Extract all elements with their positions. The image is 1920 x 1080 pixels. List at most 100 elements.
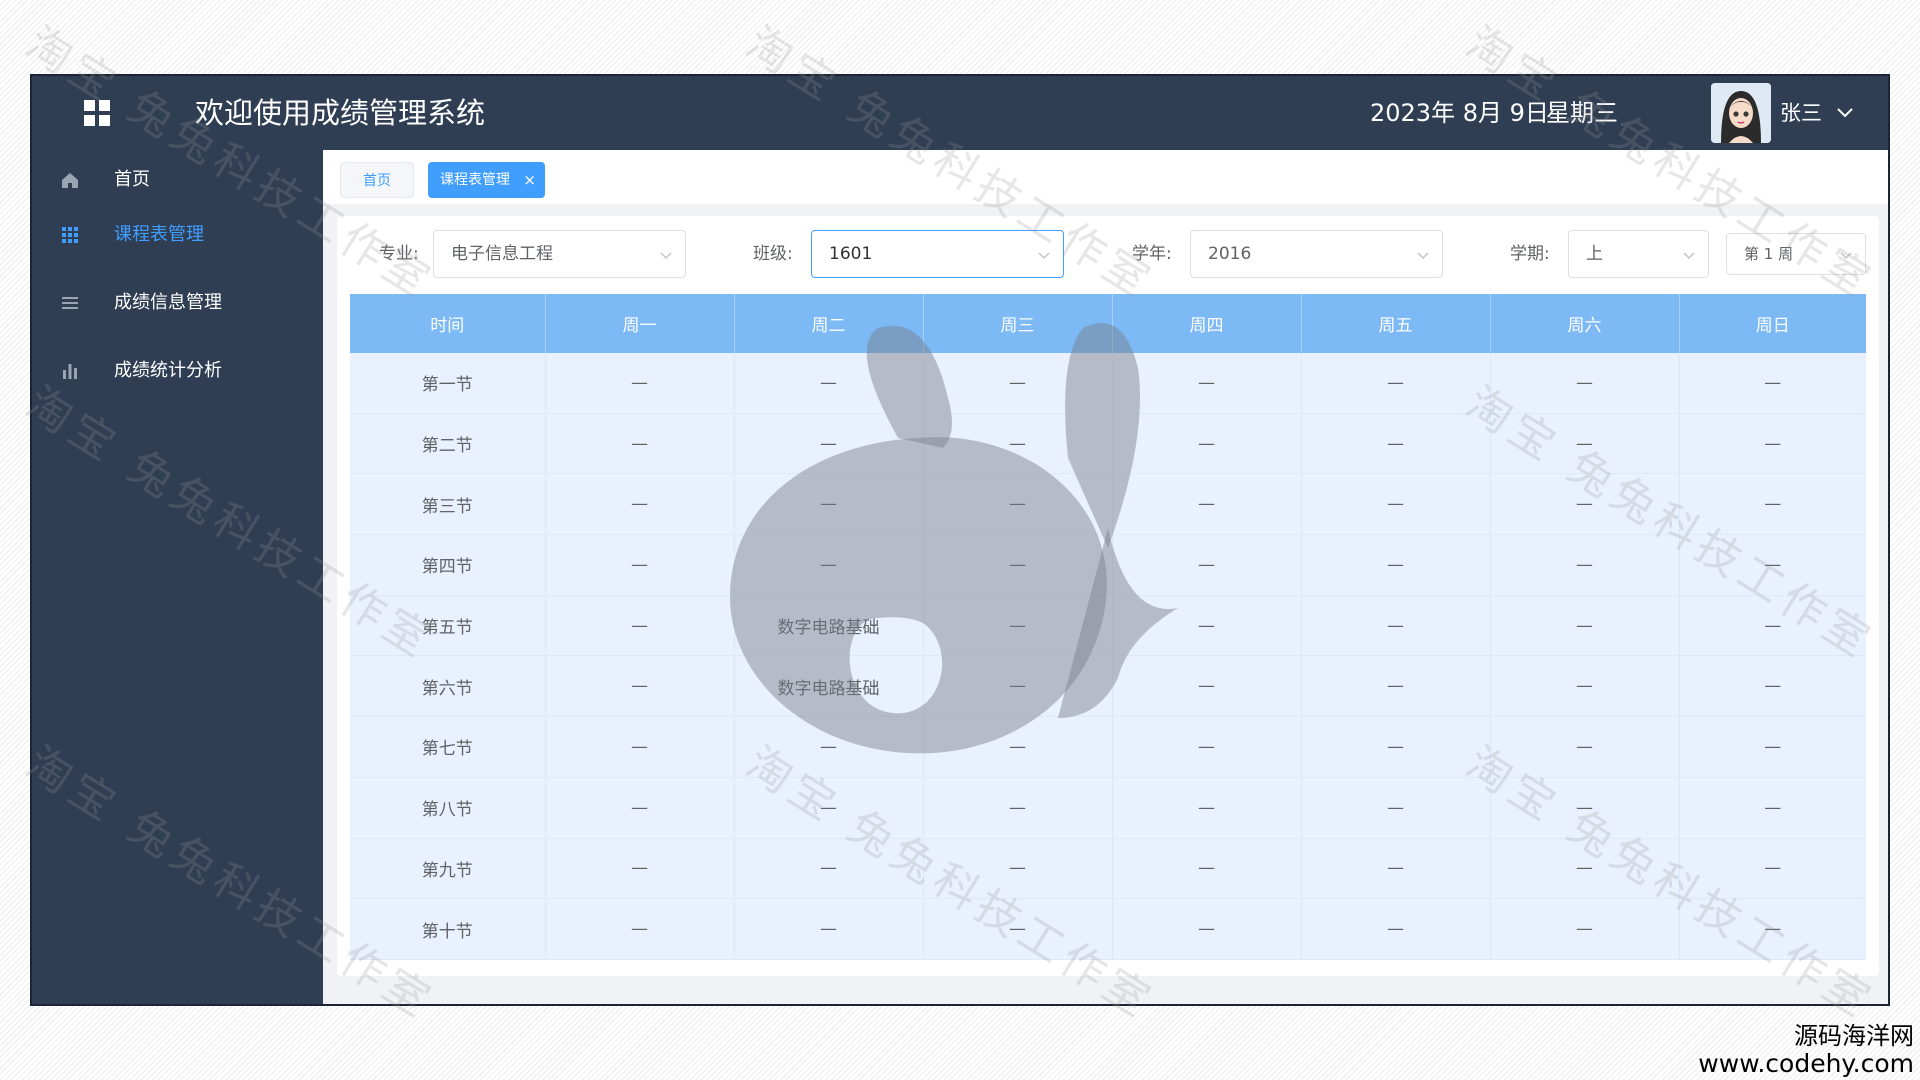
course-cell[interactable]: — (1490, 838, 1680, 900)
course-cell[interactable]: — (545, 534, 735, 596)
course-cell[interactable]: — (1679, 716, 1866, 778)
bar-chart-icon (63, 364, 77, 379)
sidebar-item-grades[interactable]: 成绩信息管理 (32, 273, 323, 333)
schedule-card: 专业: 电子信息工程 班级: 1601 学年: 2016 学期: 上 第 1 周… (337, 216, 1879, 976)
course-cell[interactable]: — (734, 353, 924, 414)
course-cell[interactable]: — (1301, 595, 1491, 657)
course-cell[interactable]: — (1301, 413, 1491, 475)
course-cell[interactable]: — (923, 898, 1113, 960)
course-cell[interactable]: — (545, 655, 735, 718)
course-cell[interactable]: — (1301, 353, 1491, 414)
course-cell[interactable]: — (1679, 838, 1866, 900)
period-cell: 第二节 (350, 413, 546, 475)
course-cell[interactable]: — (1679, 595, 1866, 657)
app-grid-icon[interactable] (84, 100, 110, 126)
course-cell[interactable]: — (1301, 777, 1491, 839)
class-select[interactable]: 1601 (811, 230, 1064, 278)
course-cell[interactable]: — (1490, 534, 1680, 596)
schedule-column-header: 时间 (350, 294, 546, 353)
course-cell[interactable]: 数字电路基础 (734, 595, 924, 657)
schedule-column-header: 周六 (1490, 294, 1680, 353)
tab-schedule[interactable]: 课程表管理 × (428, 162, 545, 198)
course-cell[interactable]: — (1112, 655, 1302, 718)
course-cell[interactable]: — (1490, 353, 1680, 414)
course-cell[interactable]: — (1679, 353, 1866, 414)
course-cell[interactable]: — (1301, 534, 1491, 596)
course-cell[interactable]: — (1679, 413, 1866, 475)
period-cell: 第六节 (350, 655, 546, 718)
course-cell[interactable]: — (923, 413, 1113, 475)
year-label: 学年: (1132, 244, 1172, 264)
table-row: 第一节 — — — — — — — (350, 353, 1866, 414)
course-cell[interactable]: — (734, 838, 924, 900)
course-cell[interactable]: — (1490, 595, 1680, 657)
close-icon[interactable]: × (523, 162, 536, 198)
course-cell[interactable]: — (545, 716, 735, 778)
course-cell[interactable]: — (923, 716, 1113, 778)
term-select[interactable]: 上 (1568, 230, 1709, 278)
course-cell[interactable]: — (1301, 655, 1491, 718)
course-cell[interactable]: — (1490, 716, 1680, 778)
course-cell[interactable]: — (734, 898, 924, 960)
sidebar-item-schedule[interactable]: 课程表管理 (32, 205, 323, 265)
course-cell[interactable]: — (1112, 838, 1302, 900)
tab-home[interactable]: 首页 (340, 162, 414, 198)
course-cell[interactable]: — (1490, 473, 1680, 536)
sidebar-item-statistics[interactable]: 成绩统计分析 (32, 341, 323, 401)
course-cell[interactable]: — (923, 838, 1113, 900)
course-cell[interactable]: — (1112, 353, 1302, 414)
course-cell[interactable]: — (1679, 777, 1866, 839)
course-cell[interactable]: — (545, 473, 735, 536)
course-cell[interactable]: — (923, 655, 1113, 718)
user-avatar[interactable] (1711, 83, 1771, 143)
course-cell[interactable]: — (1679, 473, 1866, 536)
course-cell[interactable]: — (1301, 898, 1491, 960)
sidebar-item-home[interactable]: 首页 (32, 150, 323, 210)
course-cell[interactable]: — (1112, 595, 1302, 657)
course-cell[interactable]: — (1301, 716, 1491, 778)
course-cell[interactable]: — (734, 716, 924, 778)
course-cell[interactable]: — (545, 898, 735, 960)
course-cell[interactable]: — (923, 353, 1113, 414)
course-cell[interactable]: — (1112, 777, 1302, 839)
course-cell[interactable]: — (1112, 413, 1302, 475)
week-select[interactable]: 第 1 周 (1726, 233, 1866, 275)
course-cell[interactable]: — (1490, 413, 1680, 475)
course-cell[interactable]: — (734, 777, 924, 839)
course-cell[interactable]: — (1112, 716, 1302, 778)
course-cell[interactable]: — (545, 413, 735, 475)
course-cell[interactable]: — (1301, 838, 1491, 900)
course-cell[interactable]: — (545, 353, 735, 414)
course-cell[interactable]: — (1490, 655, 1680, 718)
year-select[interactable]: 2016 (1190, 230, 1443, 278)
course-cell[interactable]: — (1679, 655, 1866, 718)
course-cell[interactable]: — (734, 413, 924, 475)
course-cell[interactable]: — (734, 473, 924, 536)
course-cell[interactable]: — (1490, 777, 1680, 839)
course-cell[interactable]: — (1490, 898, 1680, 960)
course-cell[interactable]: 数字电路基础 (734, 655, 924, 718)
course-cell[interactable]: — (923, 777, 1113, 839)
course-cell[interactable]: — (923, 473, 1113, 536)
chevron-down-icon[interactable] (1832, 100, 1858, 126)
course-cell[interactable]: — (923, 595, 1113, 657)
major-label: 专业: (379, 244, 419, 264)
table-row: 第五节 — 数字电路基础 — — — — — (350, 595, 1866, 657)
course-cell[interactable]: — (545, 838, 735, 900)
course-cell[interactable]: — (734, 534, 924, 596)
schedule-column-header: 周二 (734, 294, 924, 353)
course-cell[interactable]: — (1112, 473, 1302, 536)
course-cell[interactable]: — (923, 534, 1113, 596)
chevron-down-icon (1038, 252, 1050, 260)
course-cell[interactable]: — (1301, 473, 1491, 536)
schedule-header-row: 时间 周一 周二 周三 周四 周五 周六 周日 (350, 294, 1866, 353)
course-cell[interactable]: — (1679, 534, 1866, 596)
course-cell[interactable]: — (545, 595, 735, 657)
major-select[interactable]: 电子信息工程 (433, 230, 686, 278)
username[interactable]: 张三 (1780, 98, 1822, 128)
course-cell[interactable]: — (1112, 898, 1302, 960)
course-cell[interactable]: — (545, 777, 735, 839)
course-cell[interactable]: — (1679, 898, 1866, 960)
current-date: 2023年 8月 9日 (1370, 99, 1549, 127)
course-cell[interactable]: — (1112, 534, 1302, 596)
